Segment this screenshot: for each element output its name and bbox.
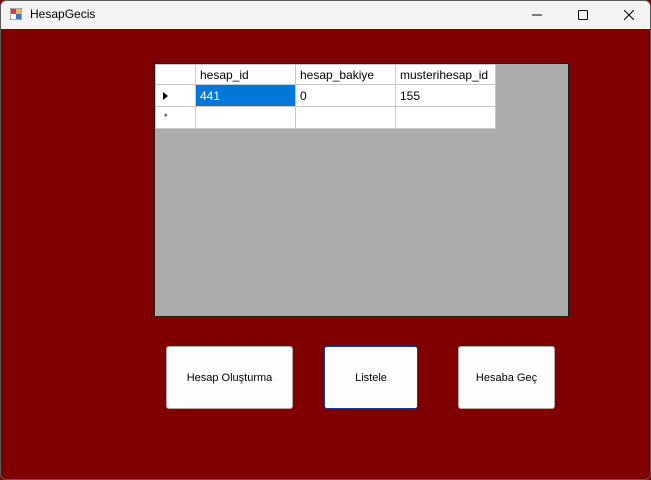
title-bar[interactable]: HesapGecis [1, 1, 650, 29]
maximize-button[interactable] [560, 1, 606, 29]
create-account-button[interactable]: Hesap Oluşturma [166, 346, 293, 409]
grid-header-row: hesap_id hesap_bakiye musterihesap_id [155, 64, 496, 85]
close-icon [624, 10, 634, 20]
cell-hesap-bakiye[interactable]: 0 [295, 84, 396, 107]
new-row-asterisk-icon: * [164, 112, 168, 122]
data-grid[interactable]: hesap_id hesap_bakiye musterihesap_id 44… [154, 63, 569, 317]
grid-corner-header[interactable] [155, 64, 196, 85]
close-button[interactable] [606, 1, 650, 29]
cell-musterihesap-id[interactable]: 155 [395, 84, 496, 107]
list-button[interactable]: Listele [324, 346, 418, 409]
minimize-button[interactable] [514, 1, 560, 29]
column-header-hesap-bakiye[interactable]: hesap_bakiye [295, 64, 396, 85]
table-row[interactable]: 441 0 155 [155, 84, 496, 107]
current-row-arrow-icon [163, 92, 168, 100]
row-header-new[interactable]: * [155, 106, 196, 129]
new-cell-musterihesap-id[interactable] [395, 106, 496, 129]
switch-account-button[interactable]: Hesaba Geç [458, 346, 555, 409]
app-window-icon [10, 8, 22, 20]
minimize-icon [532, 14, 542, 16]
maximize-icon [578, 10, 588, 20]
new-cell-hesap-bakiye[interactable] [295, 106, 396, 129]
column-header-musterihesap-id[interactable]: musterihesap_id [395, 64, 496, 85]
window-title: HesapGecis [30, 7, 96, 21]
grid-table: hesap_id hesap_bakiye musterihesap_id 44… [155, 64, 496, 129]
row-header-current[interactable] [155, 84, 196, 107]
app-window: HesapGecis hesap_id hesap_bakiye musteri… [0, 0, 651, 480]
column-header-hesap-id[interactable]: hesap_id [195, 64, 296, 85]
cell-hesap-id[interactable]: 441 [195, 84, 296, 107]
new-cell-hesap-id[interactable] [195, 106, 296, 129]
new-row[interactable]: * [155, 106, 496, 129]
